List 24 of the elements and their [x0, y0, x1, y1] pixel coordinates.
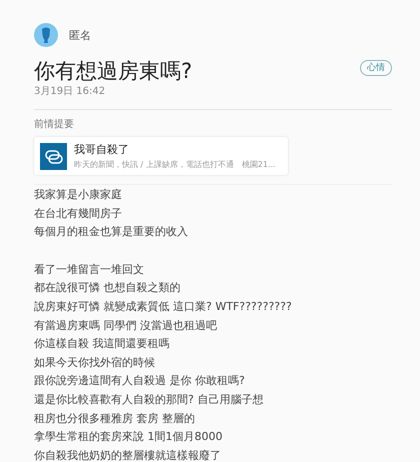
body-text: 跟你說旁邊這間有人自殺過 是你 你敢租嗎?	[34, 373, 246, 390]
body-text: 租房也分很多種雅房 套房 整層的	[34, 410, 196, 427]
linked-post-card[interactable]: 我哥自殺了 昨天的新聞，快訊 / 上課缺席，電話也打不通 桃園21...	[34, 137, 288, 175]
body-text: 你自殺我他奶奶的整層樓就這樣報廢了	[34, 448, 222, 462]
body-text: 如果今天你找外宿的時候	[34, 354, 156, 371]
link-icon	[40, 142, 67, 170]
body-text: 你這樣自殺 我這間還要租嗎	[34, 336, 170, 352]
linked-post-excerpt: 昨天的新聞，快訊 / 上課缺席，電話也打不通 桃園21...	[74, 159, 276, 170]
topic-tag[interactable]: 心情	[360, 60, 392, 76]
body-text: 還是你比較喜歡有人自殺的那間? 自己用腦子想	[34, 392, 264, 408]
body-text: 拿學生常租的套房來說 1間1個月8000	[34, 429, 224, 446]
body-text: 都在說很可憐 也想自殺之類的	[34, 280, 182, 296]
avatar-icon	[34, 23, 58, 47]
post-title: 你有想過房東嗎?	[34, 58, 192, 84]
body-text: 說房東好可憐 就變成素質低 這口業? WTF?????????	[34, 298, 293, 315]
linked-post-title: 我哥自殺了	[74, 142, 130, 157]
body-text: 我家算是小康家庭	[34, 187, 123, 203]
body-text: 在台北有幾間房子	[34, 206, 123, 222]
post-date: 3月19日 16:42	[34, 85, 106, 98]
author-name[interactable]: 匿名	[69, 28, 91, 42]
section-label: 前情提要	[34, 118, 75, 131]
body-text: 看了一堆留言一堆回文	[34, 262, 145, 278]
body-text: 有當過房東嗎 同學們 沒當過也租過吧	[34, 318, 218, 334]
body-text: 每個月的租金也算是重要的收入	[34, 224, 189, 240]
